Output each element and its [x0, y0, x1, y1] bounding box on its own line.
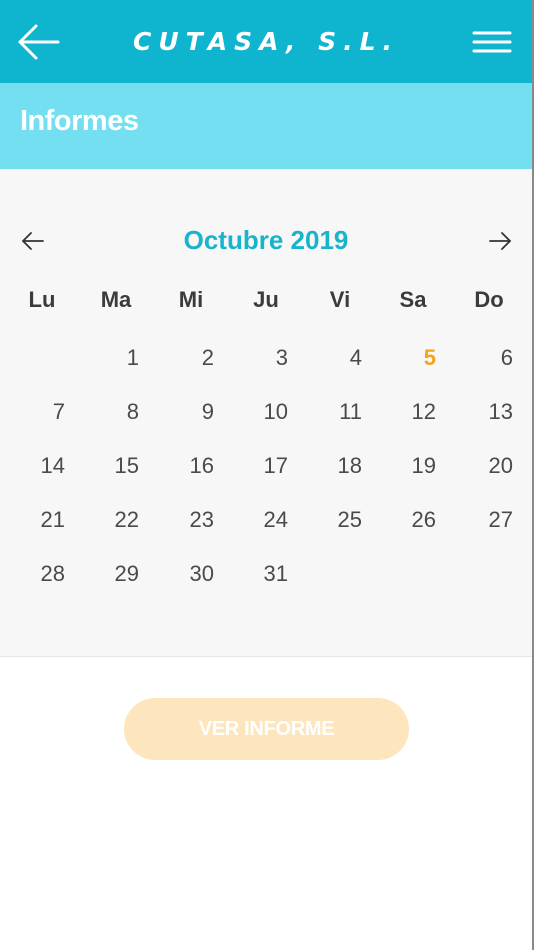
calendar-day[interactable]: 3	[214, 345, 288, 385]
calendar-day[interactable]: 10	[214, 399, 288, 439]
view-report-button[interactable]: VER INFORME	[124, 698, 409, 760]
page-title: Informes	[20, 105, 139, 137]
section-header: Informes	[0, 83, 532, 169]
calendar-day[interactable]: 17	[214, 453, 288, 493]
top-app-bar: CUTASA, S.L.	[0, 0, 532, 83]
arrow-right-icon	[489, 232, 511, 250]
weekday-label: Lu	[28, 287, 56, 312]
calendar-day[interactable]: 31	[214, 561, 288, 601]
calendar-day[interactable]: 27	[439, 507, 513, 547]
month-title: Octubre 2019	[183, 225, 349, 255]
calendar-day-today[interactable]: 5	[362, 345, 436, 385]
weekday-label: Sa	[399, 287, 427, 312]
calendar-day[interactable]: 13	[439, 399, 513, 439]
calendar-day[interactable]: 2	[140, 345, 214, 385]
menu-button[interactable]	[470, 24, 514, 60]
calendar-day[interactable]: 23	[140, 507, 214, 547]
calendar-day[interactable]: 24	[214, 507, 288, 547]
calendar-day[interactable]: 30	[140, 561, 214, 601]
calendar-day[interactable]: 29	[65, 561, 139, 601]
calendar-day[interactable]: 15	[65, 453, 139, 493]
weekday-label: Mi	[178, 287, 204, 312]
calendar-day[interactable]: 14	[0, 453, 65, 493]
calendar-day[interactable]: 22	[65, 507, 139, 547]
calendar-day[interactable]: 25	[288, 507, 362, 547]
calendar-day[interactable]: 28	[0, 561, 65, 601]
calendar-day[interactable]: 8	[65, 399, 139, 439]
calendar-day[interactable]: 18	[288, 453, 362, 493]
calendar-day[interactable]: 1	[65, 345, 139, 385]
brand-title: CUTASA, S.L.	[132, 27, 400, 56]
weekday-label: Vi	[329, 287, 351, 312]
calendar-day[interactable]: 21	[0, 507, 65, 547]
calendar-day[interactable]: 16	[140, 453, 214, 493]
calendar-day[interactable]: 12	[362, 399, 436, 439]
calendar-day[interactable]: 7	[0, 399, 65, 439]
weekday-label: Ju	[253, 287, 279, 312]
hamburger-menu-icon	[472, 31, 512, 53]
calendar-day[interactable]: 11	[288, 399, 362, 439]
weekday-label: Ma	[100, 287, 132, 312]
next-month-button[interactable]	[486, 229, 514, 253]
calendar-day[interactable]: 26	[362, 507, 436, 547]
calendar-day[interactable]: 19	[362, 453, 436, 493]
calendar: Octubre 2019 Lu Ma Mi Ju Vi Sa Do 1 2 3 …	[0, 169, 532, 657]
app-screen: CUTASA, S.L. Informes Octubre 2019 Lu Ma…	[0, 0, 534, 950]
calendar-day[interactable]: 6	[439, 345, 513, 385]
calendar-day[interactable]: 9	[140, 399, 214, 439]
weekday-header-row: Lu Ma Mi Ju Vi Sa Do	[0, 287, 532, 319]
calendar-day[interactable]: 20	[439, 453, 513, 493]
weekday-label: Do	[474, 287, 504, 312]
calendar-day[interactable]: 4	[288, 345, 362, 385]
